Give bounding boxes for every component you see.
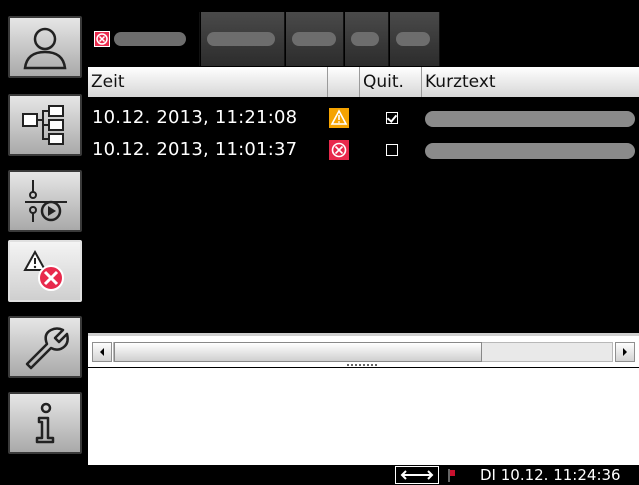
alarm-time: 10.12. 2013, 11:21:08 [92,107,298,128]
control-icon [25,180,67,222]
error-icon [329,140,349,160]
hierarchy-icon [22,105,64,145]
sidebar [0,0,88,465]
tab-5[interactable] [390,12,440,66]
status-bar: DI 10.12. 11:24:36 [0,465,639,485]
tab-label-redacted [292,32,336,46]
scroll-thumb[interactable] [114,342,482,362]
column-header-text[interactable]: Kurztext [422,67,639,97]
table-row[interactable]: 10.12. 2013, 11:21:08 [88,103,639,133]
tab-4[interactable] [345,12,389,66]
scroll-left-button[interactable] [92,342,112,362]
tab-label-redacted [207,32,275,46]
alarm-time: 10.12. 2013, 11:01:37 [92,139,298,160]
ack-checkbox[interactable] [386,144,398,156]
tab-alarms-active[interactable] [88,12,200,66]
tab-label-redacted [396,32,430,46]
alarm-text-redacted [425,143,635,159]
alarm-table-header: Zeit Quit. Kurztext [88,67,639,97]
sidebar-item-control[interactable] [8,170,82,232]
status-datetime: DI 10.12. 11:24:36 [480,466,621,484]
sidebar-item-user[interactable] [8,16,82,78]
alarm-icon [23,249,64,291]
table-row[interactable]: 10.12. 2013, 11:01:37 [88,135,639,165]
alarm-flag-icon [446,468,460,482]
arrow-right-icon [623,348,627,356]
tab-2[interactable] [201,12,285,66]
tab-strip [88,12,639,66]
alarm-text-redacted [425,111,635,127]
column-header-ack[interactable]: Quit. [360,67,422,97]
user-icon [23,27,67,70]
sidebar-item-alarms[interactable] [8,240,82,302]
error-icon [94,31,110,47]
scroll-track[interactable] [113,342,613,362]
connection-icon [395,466,439,484]
wrench-icon [25,327,69,370]
tab-3[interactable] [286,12,344,66]
column-header-time[interactable]: Zeit [88,67,328,97]
info-icon [35,402,55,444]
arrow-left-icon [100,348,104,356]
sidebar-item-hierarchy[interactable] [8,94,82,156]
scroll-right-button[interactable] [615,342,635,362]
tab-label-redacted [351,32,379,46]
column-header-status[interactable] [328,67,360,97]
sidebar-item-settings[interactable] [8,316,82,378]
ack-checkbox[interactable] [386,112,398,124]
warning-icon [329,108,349,128]
alarm-table-body: 10.12. 2013, 11:21:08 10.12. 2013, 11:01… [88,97,639,330]
alarm-detail-panel [88,368,639,465]
sidebar-item-info[interactable] [8,392,82,454]
horizontal-scrollbar[interactable] [88,333,639,367]
tab-label-redacted [114,32,186,46]
